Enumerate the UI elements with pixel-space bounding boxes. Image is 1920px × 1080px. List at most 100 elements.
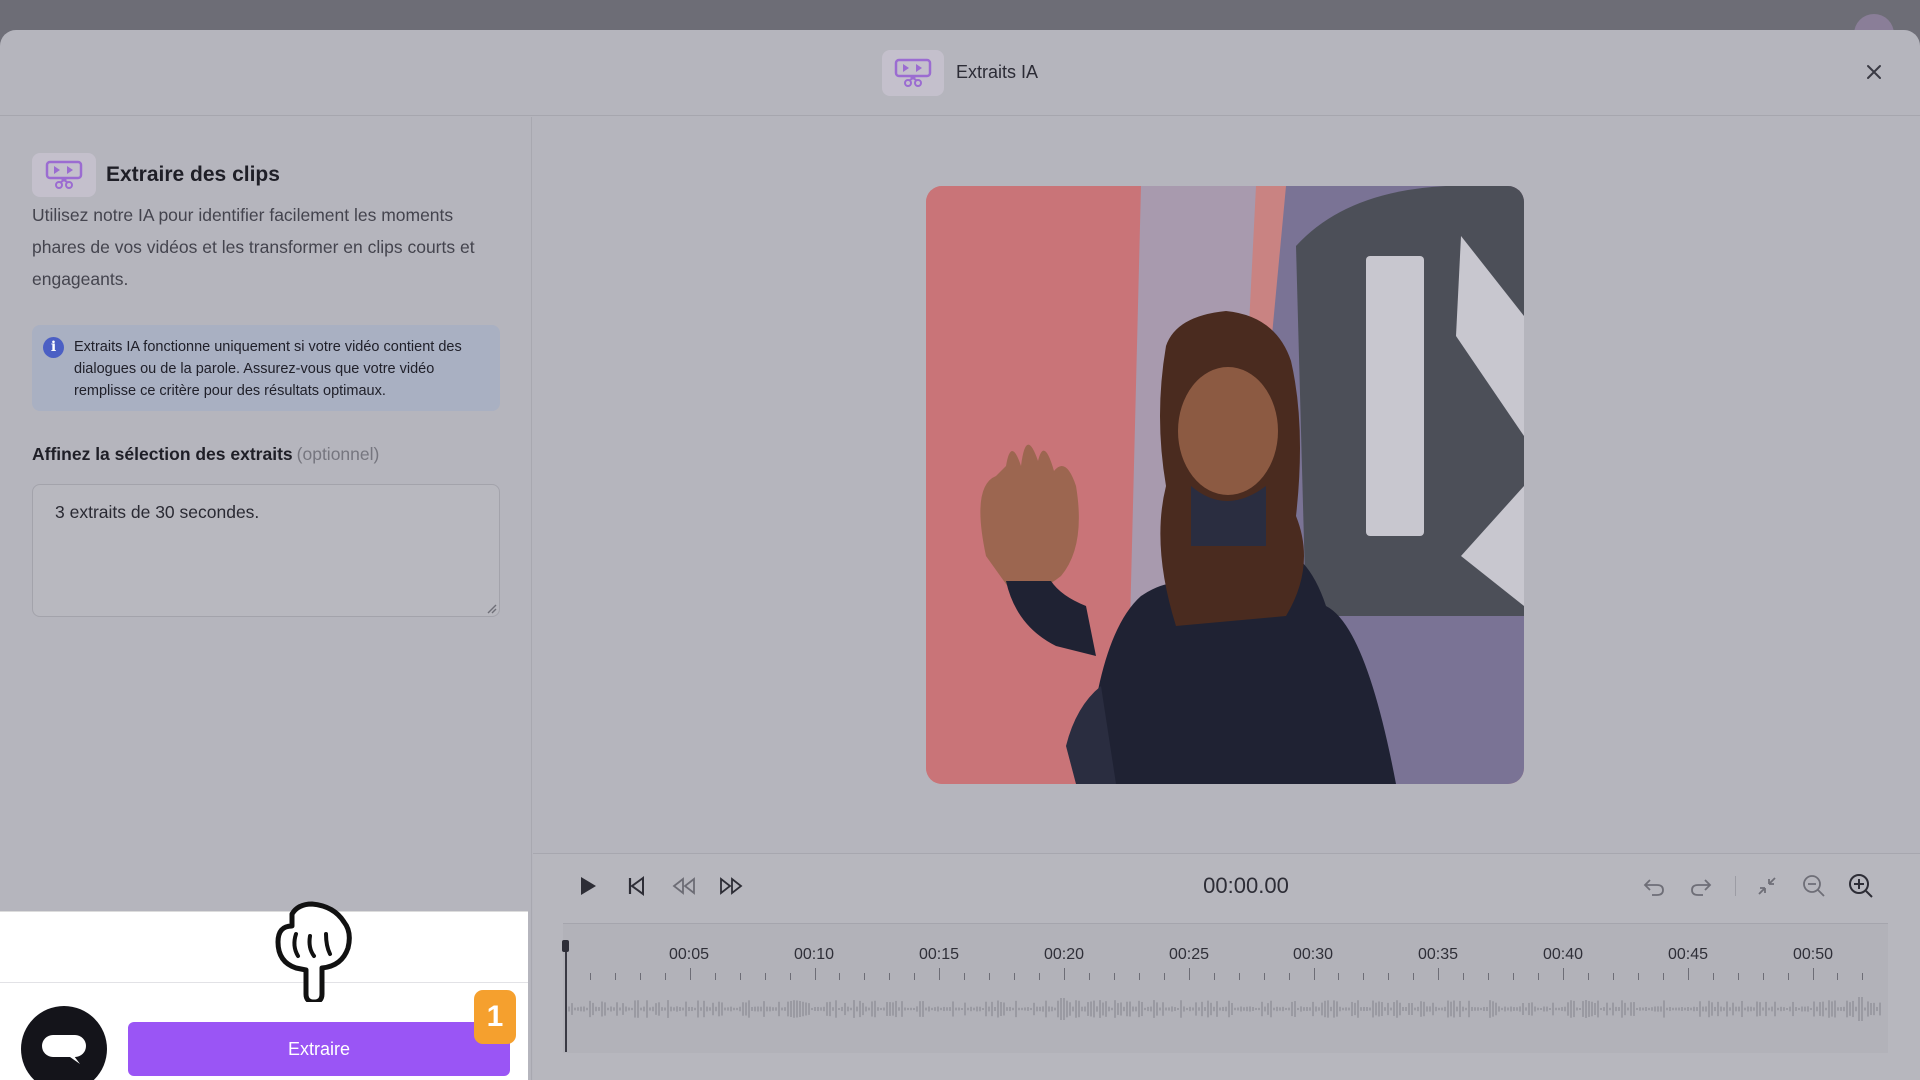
redo-button[interactable] <box>1688 873 1714 899</box>
tick-mark <box>1213 973 1215 980</box>
resize-grip-icon[interactable] <box>485 602 497 614</box>
tick-mark <box>1662 973 1664 980</box>
step-badge: 1 <box>474 990 516 1044</box>
tick-mark <box>1787 973 1789 980</box>
skip-back-icon <box>628 876 644 896</box>
redo-icon <box>1691 879 1712 896</box>
tick-label: 00:25 <box>1168 946 1210 963</box>
panel-description: Utilisez notre IA pour identifier facile… <box>32 205 475 289</box>
tick-label: 00:35 <box>1417 946 1459 963</box>
tick-mark <box>1587 973 1589 980</box>
tick-label: 00:10 <box>793 946 835 963</box>
tick-mark <box>689 968 691 980</box>
tick-mark <box>1563 968 1564 980</box>
tick-mark <box>1737 973 1739 980</box>
tick-mark <box>1538 973 1540 980</box>
tick-mark <box>1338 973 1340 980</box>
tick-mark <box>1438 968 1440 980</box>
tick-mark <box>989 973 991 980</box>
tick-mark <box>1163 973 1165 980</box>
info-icon: i <box>43 337 64 358</box>
tick-mark <box>864 973 866 980</box>
tick-mark <box>1288 973 1290 980</box>
tick-mark <box>1088 973 1090 980</box>
chat-support-button[interactable] <box>21 1006 107 1080</box>
tick-mark <box>1463 973 1465 980</box>
tick-mark <box>964 973 966 980</box>
tick-label: 00:45 <box>1667 946 1709 963</box>
tick-label: 00:15 <box>918 946 960 963</box>
tick-mark <box>1138 973 1140 980</box>
tick-mark <box>714 973 716 980</box>
info-notice-text: Extraits IA fonctionne uniquement si vot… <box>74 339 462 399</box>
extract-button[interactable]: Extraire <box>128 1022 510 1076</box>
tick-mark <box>1862 973 1864 980</box>
tick-mark <box>1712 973 1714 980</box>
tick-label: 00:50 <box>1792 946 1834 963</box>
skip-to-start-button[interactable] <box>623 873 649 899</box>
tick-mark <box>789 973 791 980</box>
undo-button[interactable] <box>1641 873 1667 899</box>
tick-mark <box>1687 968 1689 980</box>
video-preview[interactable] <box>926 186 1524 784</box>
tick-mark <box>1113 973 1115 980</box>
tick-mark <box>914 973 916 980</box>
close-icon <box>1867 65 1881 79</box>
ai-clips-icon <box>881 49 944 96</box>
zoom-out-icon <box>1803 875 1825 897</box>
refine-label: Affinez la sélection des extraits (option… <box>32 444 379 465</box>
playhead-handle[interactable] <box>562 940 569 952</box>
tick-label: 00:05 <box>668 946 710 963</box>
collapse-button[interactable] <box>1754 873 1780 899</box>
tick-mark <box>1238 973 1240 980</box>
chat-bubble-icon <box>42 1035 86 1064</box>
tick-mark <box>589 973 591 980</box>
rewind-icon <box>672 877 695 895</box>
playhead[interactable] <box>562 940 569 1052</box>
zoom-in-icon <box>1849 874 1873 898</box>
tick-mark <box>1612 973 1614 980</box>
tick-mark <box>664 973 666 980</box>
scissors-film-icon <box>32 153 96 197</box>
zoom-out-button[interactable] <box>1801 873 1827 899</box>
tick-mark <box>1488 973 1490 980</box>
timeline[interactable]: 00:05 00:10 00:15 00:20 00:25 00:30 00:3… <box>562 923 1888 1053</box>
player-panel: 00:00.00 00:05 00:10 00:15 00:20 00:25 0… <box>533 853 1920 1080</box>
modal-title: Extraits IA <box>955 62 1039 82</box>
tick-mark <box>739 973 741 980</box>
zoom-in-button[interactable] <box>1848 873 1874 899</box>
rewind-button[interactable] <box>671 873 697 899</box>
tick-mark <box>639 973 641 980</box>
tick-label: 00:40 <box>1542 946 1584 963</box>
play-button[interactable] <box>575 873 601 899</box>
tick-mark <box>1064 968 1065 980</box>
background-app-bar <box>0 0 1920 54</box>
refine-textarea[interactable]: 3 extraits de 30 secondes. <box>32 484 500 617</box>
play-icon <box>581 877 596 895</box>
tick-mark <box>1363 973 1365 980</box>
panel-title: Extraire des clips <box>106 163 280 186</box>
tick-mark <box>1388 973 1390 980</box>
tick-label: 00:20 <box>1043 946 1085 963</box>
ai-clips-modal: Extraits IA Extraire des clips Utilisez … <box>0 30 1920 1080</box>
audio-waveform <box>568 997 1881 1021</box>
tick-mark <box>1263 973 1265 980</box>
pointing-hand-icon <box>275 901 352 1002</box>
close-button[interactable] <box>1862 60 1886 84</box>
tick-mark <box>1313 968 1315 980</box>
tick-mark <box>1513 973 1515 980</box>
tick-mark <box>1637 973 1639 980</box>
fast-forward-button[interactable] <box>718 873 744 899</box>
tick-mark <box>939 968 941 980</box>
modal-header: Extraits IA <box>0 30 1920 116</box>
tick-mark <box>1413 973 1415 980</box>
action-footer: Extraire 1 <box>0 901 528 1080</box>
tick-label: 00:30 <box>1292 946 1334 963</box>
tick-mark <box>1837 973 1839 980</box>
tick-mark <box>889 973 891 980</box>
fast-forward-icon <box>720 877 743 895</box>
tick-mark <box>1188 968 1190 980</box>
undo-icon <box>1643 879 1664 896</box>
tick-mark <box>839 973 841 980</box>
tick-mark <box>1812 968 1814 980</box>
